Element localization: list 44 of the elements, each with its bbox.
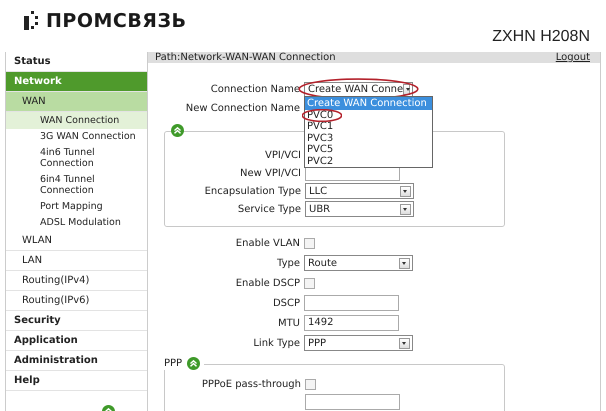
field-label: Service Type [238,204,301,214]
caret-icon [399,338,410,348]
field-label: Enable DSCP [236,278,300,288]
dropdown[interactable]: UBR [305,201,414,217]
dropdown-option[interactable]: PVC3 [305,132,432,144]
field-label: Connection Name [210,84,300,95]
breadcrumb-path: Path:Network-WAN-WAN Connection [155,52,336,63]
field-label: PPPoE pass-through [202,378,301,390]
field-label: MTU [278,318,300,328]
logo-text: ПРОМСВЯЗЬ [46,10,186,32]
field-label: Encapsulation Type [204,186,301,196]
field-label: Link Type [253,338,300,348]
caret-icon [400,186,411,196]
dropdown-option[interactable]: PVC2 [305,156,432,168]
logout-link[interactable]: Logout [556,52,590,63]
checkbox[interactable] [305,378,316,390]
dropdown-option[interactable]: PVC5 [305,144,432,156]
dropdown[interactable]: Route [304,255,413,271]
input-field[interactable] [304,295,399,311]
checkbox[interactable] [304,238,315,248]
dropdown-option[interactable]: PVC1 [305,121,432,133]
model-name: ZXHN H208N [492,28,590,46]
field-label: DSCP [272,298,300,308]
caret-icon [400,204,411,214]
field-label: Enable VLAN [236,238,300,248]
collapse-icon[interactable] [187,357,200,370]
input-field[interactable] [305,165,400,181]
caret-icon [403,84,410,95]
collapse-icon[interactable] [171,124,184,137]
input-field[interactable]: 1492 [304,315,399,331]
field-label: New Connection Name [186,103,300,114]
field-label: Type [277,258,300,268]
nav-item[interactable]: Network [6,72,147,92]
nav-item[interactable]: WAN Connection [6,112,147,129]
checkbox[interactable] [304,278,315,288]
nav-item[interactable]: WAN [6,92,147,112]
dropdown-option[interactable]: PVC0 [305,110,432,122]
section-title: PPP [164,358,182,369]
input-field[interactable] [305,394,400,410]
caret-icon [399,258,410,268]
field-label: VPI/VCI [265,150,301,160]
field-label: New VPI/VCI [240,168,301,178]
dropdown[interactable]: PPP [304,335,413,351]
dropdown[interactable]: LLC [305,183,414,199]
